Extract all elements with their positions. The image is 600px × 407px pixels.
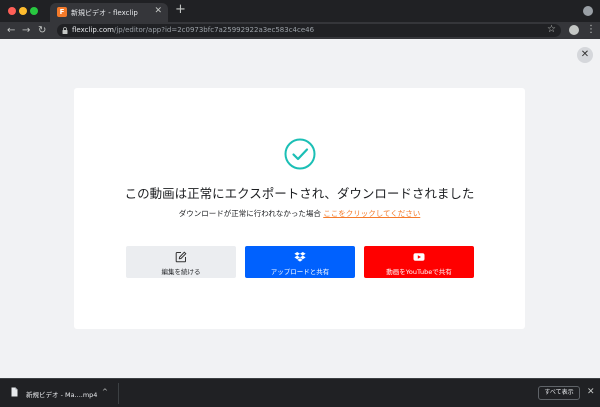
edit-icon <box>175 251 187 263</box>
dialog-title: この動画は正常にエクスポートされ、ダウンロードされました <box>124 186 475 201</box>
window-zoom-button[interactable] <box>30 7 38 15</box>
address-url: flexclip.com/jp/editor/app?id=2c0973bfc7… <box>72 26 314 34</box>
download-file-name[interactable]: 新規ビデオ - Ma....mp4 <box>26 389 97 399</box>
lock-icon <box>62 27 68 34</box>
window-close-button[interactable] <box>8 7 16 15</box>
forward-button[interactable]: → <box>22 25 30 36</box>
browser-tab-bar: F 新規ビデオ - flexclip ✕ + <box>0 0 600 22</box>
new-tab-button[interactable]: + <box>175 3 186 17</box>
dropbox-upload-button[interactable]: アップロードと共有 <box>245 246 355 278</box>
url-path: /jp/editor/app?id=2c0973bfc7a25992922a3e… <box>113 26 315 34</box>
download-options-icon[interactable]: ^ <box>102 388 108 396</box>
subtitle-text: ダウンロードが正常に行われなかった場合 <box>178 209 321 218</box>
modal-close-button[interactable]: ✕ <box>577 47 593 63</box>
back-button[interactable]: ← <box>7 25 15 36</box>
tab-close-icon[interactable]: ✕ <box>154 6 162 16</box>
download-shelf: 新規ビデオ - Ma....mp4 ^ すべて表示 ✕ <box>0 378 600 407</box>
youtube-share-label: 動画をYouTubeで共有 <box>386 268 452 276</box>
dropbox-upload-label: アップロードと共有 <box>270 268 330 276</box>
dialog-subtitle: ダウンロードが正常に行われなかった場合 ここをクリックしてください <box>74 208 525 219</box>
success-check-icon <box>284 138 316 170</box>
bookmark-star-icon[interactable]: ☆ <box>547 24 556 35</box>
reload-button[interactable]: ↻ <box>38 25 46 36</box>
tab-title: 新規ビデオ - flexclip <box>71 9 138 17</box>
window-minimize-button[interactable] <box>19 7 27 15</box>
file-icon <box>11 387 18 397</box>
url-domain: flexclip.com <box>72 26 114 34</box>
continue-editing-button[interactable]: 編集を続ける <box>126 246 236 278</box>
youtube-share-button[interactable]: 動画をYouTubeで共有 <box>364 246 474 278</box>
profile-icon[interactable] <box>569 25 579 35</box>
retry-download-link[interactable]: ここをクリックしてください <box>323 209 420 218</box>
continue-editing-label: 編集を続ける <box>161 268 201 276</box>
youtube-icon <box>413 253 425 261</box>
chrome-account-icon[interactable] <box>583 6 593 16</box>
page-content: ✕ この動画は正常にエクスポートされ、ダウンロードされました ダウンロードが正常… <box>0 39 600 378</box>
browser-toolbar: ← → ↻ flexclip.com/jp/editor/app?id=2c09… <box>0 22 600 39</box>
show-all-downloads-button[interactable]: すべて表示 <box>538 386 580 400</box>
dropbox-icon <box>294 252 306 262</box>
address-bar[interactable]: flexclip.com/jp/editor/app?id=2c0973bfc7… <box>57 24 561 37</box>
download-divider <box>118 383 119 404</box>
export-success-dialog: この動画は正常にエクスポートされ、ダウンロードされました ダウンロードが正常に行… <box>74 88 525 329</box>
shelf-close-icon[interactable]: ✕ <box>587 387 595 397</box>
browser-tab[interactable]: F 新規ビデオ - flexclip ✕ <box>50 3 168 22</box>
browser-menu-icon[interactable]: ⋮ <box>586 24 596 35</box>
flexclip-favicon-icon: F <box>57 7 67 17</box>
